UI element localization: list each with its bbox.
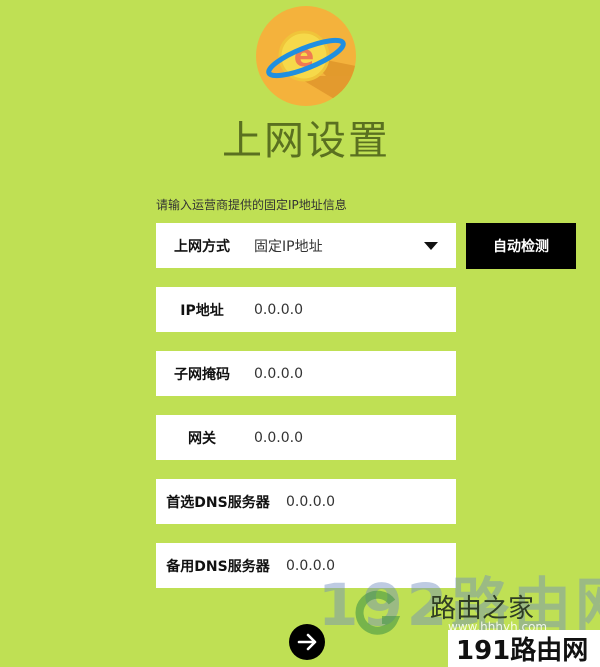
- page-title: 上网设置: [222, 118, 390, 164]
- primary-dns-field[interactable]: 首选DNS服务器 0.0.0.0: [156, 479, 456, 524]
- watermark-logo-icon: [355, 590, 401, 635]
- form-hint: 请输入运营商提供的固定IP地址信息: [156, 198, 347, 212]
- subnet-mask-label: 子网掩码: [174, 366, 230, 383]
- ip-address-input[interactable]: 0.0.0.0: [248, 302, 456, 318]
- ip-address-label: IP地址: [180, 302, 224, 319]
- caret-down-icon[interactable]: [424, 241, 438, 250]
- subnet-mask-input[interactable]: 0.0.0.0: [248, 366, 456, 382]
- auto-detect-button[interactable]: 自动检测: [466, 223, 576, 269]
- subnet-mask-field[interactable]: 子网掩码 0.0.0.0: [156, 351, 456, 396]
- secondary-dns-label: 备用DNS服务器: [166, 558, 270, 575]
- connection-mode-select[interactable]: 上网方式 固定IP地址: [156, 223, 456, 268]
- connection-mode-value: 固定IP地址: [254, 238, 323, 255]
- arrow-right-icon: [297, 633, 317, 651]
- gateway-field[interactable]: 网关 0.0.0.0: [156, 415, 456, 460]
- gateway-input[interactable]: 0.0.0.0: [248, 430, 456, 446]
- internet-globe-icon: e: [256, 6, 356, 106]
- primary-dns-label: 首选DNS服务器: [166, 494, 270, 511]
- connection-mode-label: 上网方式: [174, 238, 230, 255]
- gateway-label: 网关: [188, 430, 216, 447]
- ip-address-field[interactable]: IP地址 0.0.0.0: [156, 287, 456, 332]
- next-button[interactable]: [289, 624, 325, 660]
- primary-dns-input[interactable]: 0.0.0.0: [280, 494, 456, 510]
- watermark-191: 191路由网: [448, 630, 600, 667]
